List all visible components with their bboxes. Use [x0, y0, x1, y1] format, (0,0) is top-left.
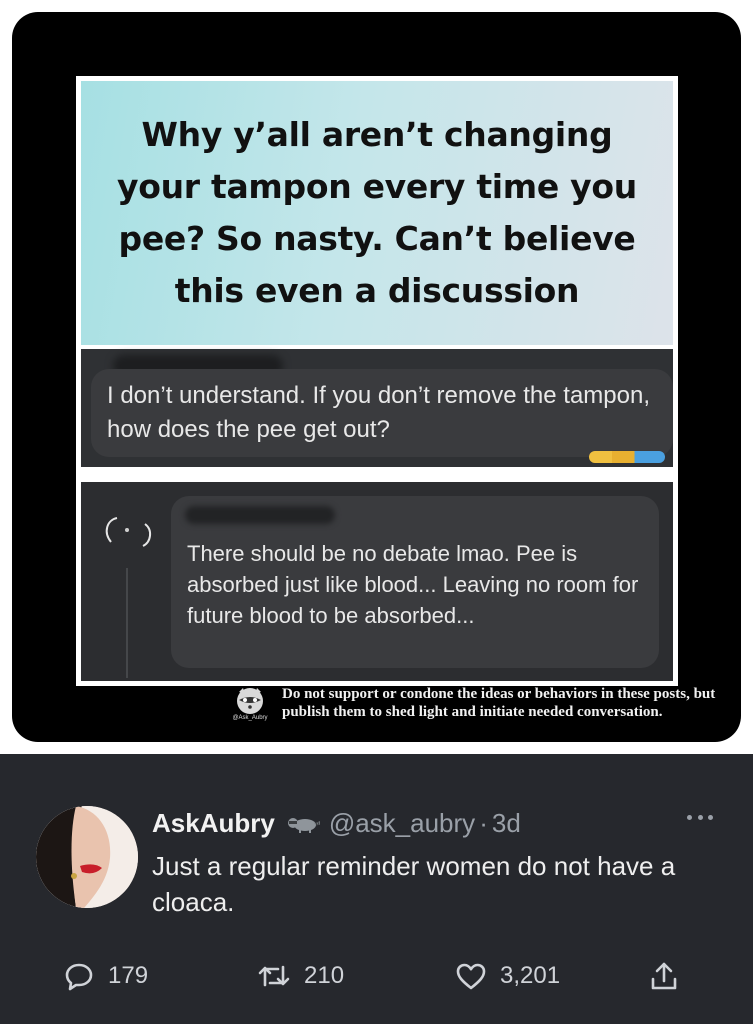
meme-image[interactable]: Why y’all aren’t changing your tampon ev… [12, 12, 741, 742]
redacted-name [185, 506, 335, 524]
comment-text-2: There should be no debate lmao. Pee is a… [187, 541, 639, 628]
timestamp[interactable]: 3d [492, 808, 521, 839]
profile-photo-icon [36, 806, 138, 908]
tweet-text: Just a regular reminder women do not hav… [152, 851, 676, 917]
separator-dot: · [479, 807, 488, 838]
username-handle[interactable]: @ask_aubry [329, 808, 475, 839]
avatar-icon [105, 517, 151, 547]
tweet-header: AskAubry @ask_aubry · 3d [152, 806, 521, 840]
disclaimer: @Ask_Aubry Do not support or condone the… [224, 682, 724, 738]
retweet-count: 210 [304, 962, 345, 989]
disclaimer-logo-handle: @Ask_Aubry [232, 715, 268, 721]
comment-bubble-1: I don’t understand. If you don’t remove … [91, 369, 673, 463]
avatar[interactable] [36, 806, 138, 908]
reply-count: 179 [108, 962, 149, 989]
like-count: 3,201 [500, 962, 561, 989]
headline-text: Why y’all aren’t changing your tampon ev… [117, 115, 637, 310]
headline-panel: Why y’all aren’t changing your tampon ev… [81, 81, 673, 345]
retweet-icon [258, 965, 290, 987]
share-button[interactable] [650, 960, 678, 992]
reply-button[interactable]: 179 [64, 960, 148, 992]
retweet-button[interactable]: 210 [258, 960, 344, 992]
like-button[interactable]: 3,201 [456, 960, 560, 992]
share-icon [651, 962, 677, 990]
more-options-icon[interactable] [687, 812, 713, 822]
comment-panel-2: There should be no debate lmao. Pee is a… [81, 482, 673, 681]
display-name[interactable]: AskAubry [152, 808, 275, 839]
reaction-emoji-icon [589, 451, 665, 463]
comment-bubble-2: There should be no debate lmao. Pee is a… [171, 496, 659, 668]
disclaimer-logo: @Ask_Aubry [224, 686, 276, 726]
comment-panel-1: I don’t understand. If you don’t remove … [81, 349, 673, 467]
tweet[interactable]: AskAubry @ask_aubry · 3d Just a regular … [0, 754, 753, 1024]
raccoon-logo-icon [237, 688, 263, 714]
meme-frame: Why y’all aren’t changing your tampon ev… [76, 76, 678, 686]
raccoon-icon [287, 818, 320, 833]
thread-line [126, 568, 128, 678]
disclaimer-text: Do not support or condone the ideas or b… [282, 686, 716, 720]
comment-text-1: I don’t understand. If you don’t remove … [107, 382, 650, 443]
reply-icon [65, 963, 93, 991]
heart-icon [456, 963, 486, 990]
